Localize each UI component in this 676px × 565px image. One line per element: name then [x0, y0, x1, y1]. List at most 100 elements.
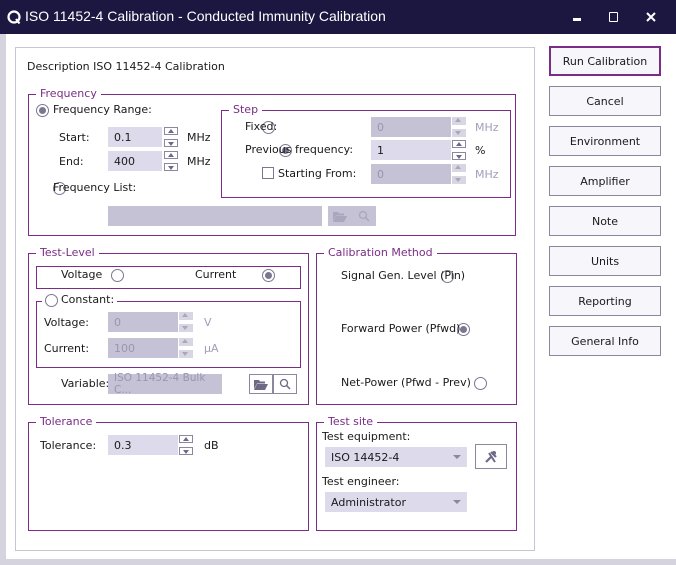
constant-label: Constant:: [61, 293, 115, 306]
spin-up-icon[interactable]: [179, 338, 193, 346]
tolerance-label: Tolerance:: [40, 439, 97, 452]
tolerance-group-label: Tolerance: [36, 415, 97, 429]
units-button[interactable]: Units: [549, 246, 661, 276]
test-level-group-label: Test-Level: [36, 246, 99, 260]
starting-from-input[interactable]: 0: [371, 164, 451, 184]
maximize-icon: [608, 12, 618, 22]
cancel-button[interactable]: Cancel: [549, 86, 661, 116]
step-previous-unit: %: [475, 144, 486, 157]
note-button[interactable]: Note: [549, 206, 661, 236]
folder-open-icon: [254, 379, 268, 390]
test-equipment-tools-button[interactable]: [475, 444, 507, 469]
frequency-list-label: Frequency List:: [53, 181, 137, 194]
constant-current-spinner[interactable]: [179, 338, 195, 358]
chevron-down-icon: [453, 455, 461, 459]
amplifier-button[interactable]: Amplifier: [549, 166, 661, 196]
spin-down-icon[interactable]: [179, 324, 193, 332]
constant-voltage-spinner[interactable]: [179, 312, 195, 332]
frequency-range-label: Frequency Range:: [53, 103, 152, 116]
variable-open-button[interactable]: [249, 374, 273, 394]
spin-down-icon[interactable]: [179, 350, 193, 358]
test-level-current-radio[interactable]: [261, 268, 275, 282]
method-net-power-radio[interactable]: [473, 376, 487, 390]
step-previous-label: Previous frequency:: [245, 143, 354, 156]
general-info-button[interactable]: General Info: [549, 326, 661, 356]
constant-current-unit: µA: [204, 342, 219, 355]
spin-up-icon[interactable]: [452, 117, 466, 125]
step-fixed-label: Fixed:: [245, 120, 278, 133]
variable-file-field[interactable]: ISO 11452-4 Bulk C...: [108, 372, 222, 396]
spin-down-icon[interactable]: [452, 129, 466, 137]
frequency-group-label: Frequency: [36, 87, 101, 101]
end-unit: MHz: [187, 155, 211, 168]
variable-search-button[interactable]: [273, 374, 297, 394]
spin-down-icon[interactable]: [164, 163, 178, 171]
spin-up-icon[interactable]: [179, 435, 193, 443]
description-label: Description ISO 11452-4 Calibration: [27, 60, 225, 73]
constant-radio[interactable]: [45, 293, 58, 307]
start-label: Start:: [59, 131, 90, 144]
constant-voltage-input[interactable]: 0: [108, 312, 178, 332]
test-level-voltage-label: Voltage: [61, 268, 103, 281]
title-bar: ISO 11452-4 Calibration - Conducted Immu…: [0, 0, 676, 34]
frequency-range-radio[interactable]: [36, 103, 49, 117]
calibration-method-group-label: Calibration Method: [324, 246, 437, 260]
tolerance-unit: dB: [204, 439, 219, 452]
step-fixed-spinner[interactable]: [452, 117, 468, 137]
spin-down-icon[interactable]: [452, 152, 466, 160]
starting-from-unit: MHz: [475, 168, 499, 181]
constant-current-input[interactable]: 100: [108, 338, 178, 358]
step-fixed-input[interactable]: 0: [371, 117, 451, 137]
spin-down-icon[interactable]: [164, 139, 178, 147]
test-engineer-label: Test engineer:: [322, 475, 400, 488]
starting-from-label: Starting From:: [278, 167, 357, 180]
environment-button[interactable]: Environment: [549, 126, 661, 156]
run-calibration-button[interactable]: Run Calibration: [549, 46, 661, 76]
step-group-label: Step: [229, 103, 263, 117]
minimize-icon: [573, 17, 581, 21]
tolerance-spinner[interactable]: [179, 435, 195, 455]
spin-up-icon[interactable]: [164, 151, 178, 159]
start-unit: MHz: [187, 131, 211, 144]
tolerance-input[interactable]: 0.3: [108, 435, 178, 455]
step-fixed-unit: MHz: [475, 121, 499, 134]
test-level-voltage-radio[interactable]: [111, 268, 124, 282]
frequency-list-search-button[interactable]: [352, 206, 376, 226]
starting-from-checkbox[interactable]: [262, 167, 274, 179]
spin-up-icon[interactable]: [452, 140, 466, 148]
search-icon: [279, 378, 291, 390]
minimize-button[interactable]: [559, 0, 595, 34]
test-engineer-value: Administrator: [331, 495, 406, 509]
test-equipment-dropdown[interactable]: ISO 14452-4: [325, 447, 467, 467]
close-icon: [646, 12, 656, 22]
folder-open-icon: [333, 211, 347, 222]
start-frequency-spinner[interactable]: [164, 127, 180, 147]
variable-label: Variable:: [61, 377, 110, 390]
spin-down-icon[interactable]: [452, 176, 466, 184]
constant-header: Constant:: [42, 293, 118, 307]
constant-voltage-label: Voltage:: [44, 316, 89, 329]
frequency-list-open-button[interactable]: [328, 206, 352, 226]
spin-up-icon[interactable]: [164, 127, 178, 135]
frequency-list-field[interactable]: [108, 206, 322, 226]
chevron-down-icon: [453, 500, 461, 504]
end-frequency-spinner[interactable]: [164, 151, 180, 171]
step-previous-spinner[interactable]: [452, 140, 468, 160]
app-logo-icon: [7, 10, 21, 25]
test-equipment-label: Test equipment:: [322, 430, 411, 443]
constant-voltage-unit: V: [204, 316, 212, 329]
method-forward-power-label: Forward Power (Pfwd): [341, 322, 461, 335]
end-label: End:: [59, 155, 84, 168]
end-frequency-input[interactable]: 400: [108, 151, 162, 171]
maximize-button[interactable]: [595, 0, 631, 34]
starting-from-spinner[interactable]: [452, 164, 468, 184]
reporting-button[interactable]: Reporting: [549, 286, 661, 316]
search-icon: [358, 210, 370, 222]
spin-up-icon[interactable]: [179, 312, 193, 320]
close-button[interactable]: [633, 0, 669, 34]
test-engineer-dropdown[interactable]: Administrator: [325, 492, 467, 512]
spin-up-icon[interactable]: [452, 164, 466, 172]
step-previous-input[interactable]: 1: [371, 140, 451, 160]
spin-down-icon[interactable]: [179, 447, 193, 455]
start-frequency-input[interactable]: 0.1: [108, 127, 162, 147]
